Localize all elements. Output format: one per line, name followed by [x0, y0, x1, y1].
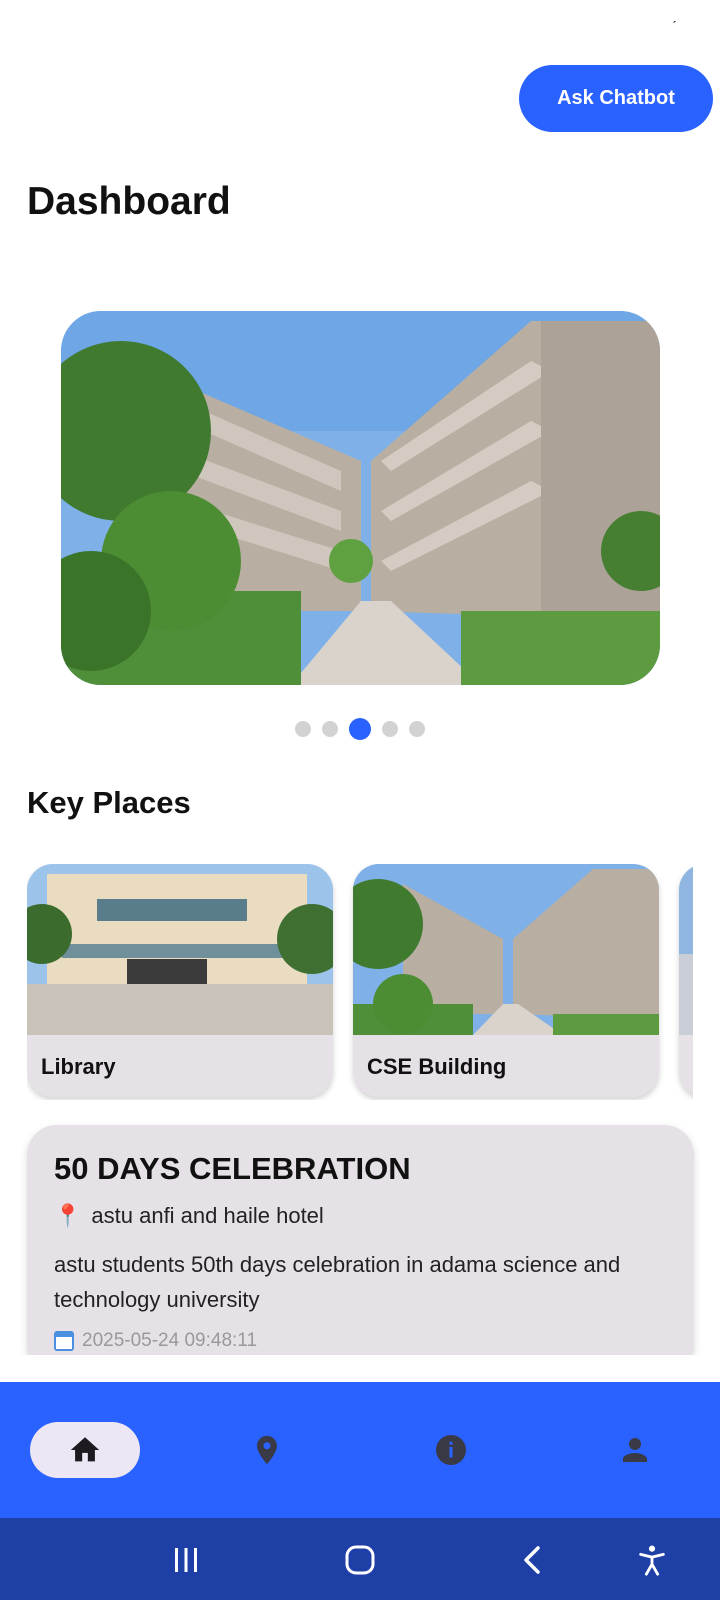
- event-title: 50 DAYS CELEBRATION: [54, 1151, 411, 1186]
- accessibility-icon: [639, 1545, 665, 1576]
- place-card-partial[interactable]: [679, 864, 693, 1097]
- bottom-navigation: [0, 1382, 720, 1518]
- recent-apps-icon: [175, 1548, 197, 1572]
- carousel-dot[interactable]: [382, 721, 398, 737]
- carousel-dot[interactable]: [295, 721, 311, 737]
- library-image: [27, 864, 333, 1035]
- image-carousel[interactable]: [61, 311, 660, 685]
- nav-places[interactable]: [212, 1422, 322, 1478]
- page-title: Dashboard: [27, 180, 231, 223]
- info-icon: [436, 1435, 466, 1465]
- event-card[interactable]: 50 DAYS CELEBRATION 📍 astu anfi and hail…: [27, 1125, 694, 1375]
- person-icon: [623, 1438, 647, 1462]
- home-icon: [70, 1437, 100, 1462]
- back-button[interactable]: [513, 1540, 553, 1580]
- ask-chatbot-button[interactable]: Ask Chatbot: [519, 65, 713, 132]
- location-pin-icon: 📍: [54, 1203, 82, 1228]
- key-places-title: Key Places: [27, 785, 191, 820]
- status-mark: ˊ: [672, 18, 677, 34]
- place-card-library[interactable]: Library: [27, 864, 333, 1097]
- back-chevron-icon: [524, 1546, 540, 1574]
- nav-info[interactable]: [396, 1422, 506, 1478]
- home-system-button[interactable]: [340, 1540, 380, 1580]
- carousel-dot-active[interactable]: [349, 718, 371, 740]
- recent-apps-button[interactable]: [166, 1540, 206, 1580]
- place-card-cse-building[interactable]: CSE Building: [353, 864, 659, 1097]
- carousel-dot[interactable]: [322, 721, 338, 737]
- home-circle-icon: [345, 1545, 375, 1575]
- nav-home[interactable]: [30, 1422, 140, 1478]
- event-description: astu students 50th days celebration in a…: [54, 1252, 621, 1312]
- place-label: CSE Building: [367, 1054, 507, 1079]
- carousel-dot[interactable]: [409, 721, 425, 737]
- nav-profile[interactable]: [580, 1422, 690, 1478]
- event-location: 📍 astu anfi and haile hotel: [54, 1203, 324, 1229]
- scroll-clip: [0, 1355, 720, 1382]
- carousel-image: [61, 311, 660, 685]
- key-places-list[interactable]: Library CSE Building: [27, 864, 693, 1100]
- carousel-indicator: [0, 716, 720, 742]
- location-pin-icon: [257, 1435, 277, 1465]
- event-date-text: 2025-05-24 09:48:11: [82, 1330, 258, 1351]
- place-label: Library: [41, 1054, 116, 1079]
- accessibility-button[interactable]: [632, 1540, 672, 1580]
- system-navigation-bar: [0, 1518, 720, 1600]
- event-date: 2025-05-24 09:48:11: [54, 1330, 257, 1352]
- calendar-icon: [54, 1331, 74, 1351]
- place-image: [679, 864, 693, 1035]
- event-location-text: astu anfi and haile hotel: [91, 1203, 324, 1228]
- cse-building-image: [353, 864, 659, 1035]
